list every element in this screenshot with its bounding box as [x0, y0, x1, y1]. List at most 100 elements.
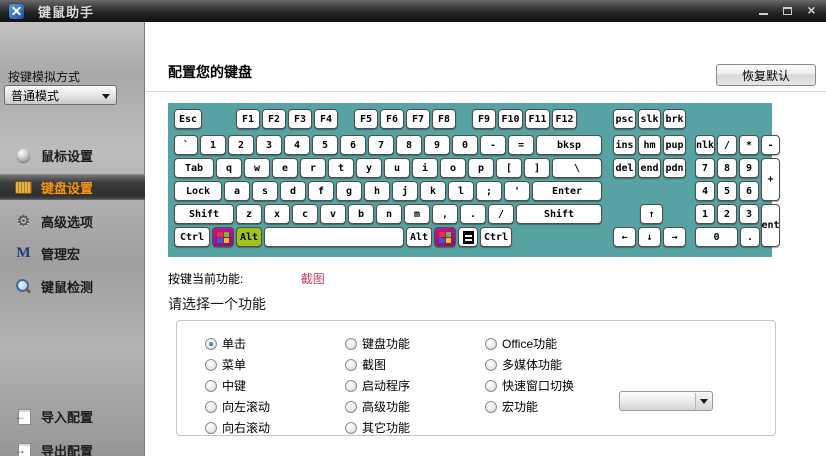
keyboard-key[interactable]: Lock	[174, 181, 222, 201]
keyboard-key[interactable]: x	[264, 204, 290, 224]
keyboard-key[interactable]: F12	[552, 109, 577, 129]
radio-button[interactable]	[485, 338, 497, 350]
keyboard-key[interactable]: r	[300, 158, 326, 178]
radio-option[interactable]: 单击	[205, 333, 345, 354]
radio-option[interactable]: 向左滚动	[205, 396, 345, 417]
keyboard-key[interactable]: Tab	[174, 158, 214, 178]
keyboard-key[interactable]: -	[761, 135, 780, 155]
keyboard-key[interactable]: p	[468, 158, 494, 178]
keyboard-key[interactable]: F5	[354, 109, 378, 129]
close-button[interactable]	[803, 3, 820, 18]
keyboard-key[interactable]: F4	[314, 109, 338, 129]
keyboard-key[interactable]: 4	[695, 181, 715, 201]
keyboard-key[interactable]: Esc	[174, 109, 202, 129]
keyboard-key[interactable]: [	[496, 158, 522, 178]
radio-button[interactable]	[205, 338, 217, 350]
radio-button[interactable]	[345, 359, 357, 371]
keyboard-key[interactable]: F2	[262, 109, 286, 129]
keyboard-key[interactable]: slk	[638, 109, 661, 129]
keyboard-key[interactable]: /	[488, 204, 514, 224]
sidebar-item-keyboard-settings[interactable]: 键盘设置	[0, 174, 145, 200]
function-param-select[interactable]	[619, 391, 713, 411]
radio-button[interactable]	[485, 380, 497, 392]
keyboard-key[interactable]: F10	[498, 109, 523, 129]
radio-option[interactable]: 截图	[345, 354, 485, 375]
radio-option[interactable]: 启动程序	[345, 375, 485, 396]
keyboard-key[interactable]: q	[216, 158, 242, 178]
radio-option[interactable]: 其它功能	[345, 417, 485, 438]
keyboard-key[interactable]: 3	[256, 135, 282, 155]
keyboard-key[interactable]: F8	[432, 109, 456, 129]
radio-button[interactable]	[345, 422, 357, 434]
radio-option[interactable]: 键盘功能	[345, 333, 485, 354]
keyboard-key[interactable]: Ctrl	[174, 227, 210, 247]
radio-option[interactable]: 多媒体功能	[485, 354, 685, 375]
keyboard-key[interactable]: 2	[717, 204, 737, 224]
keyboard-key[interactable]: F7	[406, 109, 430, 129]
keyboard-key[interactable]: F1	[236, 109, 260, 129]
sidebar-item-device-detect[interactable]: 键鼠检测	[0, 273, 145, 299]
keyboard-key[interactable]: -	[480, 135, 506, 155]
keyboard-key[interactable]: '	[504, 181, 530, 201]
keyboard-key[interactable]: j	[392, 181, 418, 201]
keyboard-key[interactable]: F3	[288, 109, 312, 129]
keyboard-key[interactable]: 1	[695, 204, 715, 224]
keyboard-key[interactable]: ↑	[640, 204, 663, 224]
keyboard-key[interactable]: F6	[380, 109, 404, 129]
keyboard-key[interactable]: 7	[368, 135, 394, 155]
keyboard-key[interactable]: 4	[284, 135, 310, 155]
keyboard-key[interactable]: ,	[432, 204, 458, 224]
keyboard-key[interactable]: y	[356, 158, 382, 178]
keyboard-key[interactable]: 8	[396, 135, 422, 155]
keyboard-key[interactable]: 6	[340, 135, 366, 155]
keyboard-key[interactable]: Ctrl	[480, 227, 512, 247]
keyboard-key[interactable]: 2	[228, 135, 254, 155]
radio-option[interactable]: 菜单	[205, 354, 345, 375]
keyboard-key[interactable]: \	[552, 158, 602, 178]
keyboard-key[interactable]: l	[448, 181, 474, 201]
keyboard-key[interactable]: psc	[613, 109, 636, 129]
keyboard-key[interactable]: bksp	[536, 135, 602, 155]
radio-button[interactable]	[205, 401, 217, 413]
keyboard-key[interactable]: s	[252, 181, 278, 201]
radio-button[interactable]	[485, 359, 497, 371]
keyboard-key[interactable]: pdn	[663, 158, 686, 178]
keyboard-key[interactable]: /	[717, 135, 737, 155]
keyboard-key[interactable]: 3	[739, 204, 759, 224]
keyboard-key[interactable]: v	[320, 204, 346, 224]
keyboard-key[interactable]: del	[613, 158, 636, 178]
keyboard-key[interactable]: pup	[663, 135, 686, 155]
keyboard-key[interactable]: 7	[695, 158, 715, 178]
key-win[interactable]	[434, 227, 456, 247]
keyboard-key[interactable]: .	[460, 204, 486, 224]
keyboard-key[interactable]: nlk	[695, 135, 715, 155]
keyboard-key[interactable]: ;	[476, 181, 502, 201]
keyboard-key[interactable]: F9	[472, 109, 496, 129]
key-menu[interactable]	[458, 227, 478, 247]
keyboard-key[interactable]: b	[348, 204, 374, 224]
keyboard-key[interactable]: k	[420, 181, 446, 201]
keyboard-key[interactable]: f	[308, 181, 334, 201]
keyboard-key[interactable]: =	[508, 135, 534, 155]
keyboard-key[interactable]: Shift	[516, 204, 602, 224]
radio-button[interactable]	[205, 359, 217, 371]
keyboard-key[interactable]: c	[292, 204, 318, 224]
keyboard-key[interactable]: .	[740, 227, 760, 247]
keyboard-key[interactable]: 0	[695, 227, 738, 247]
keyboard-key[interactable]: h	[364, 181, 390, 201]
keyboard-key[interactable]: o	[440, 158, 466, 178]
keyboard-key[interactable]: m	[404, 204, 430, 224]
sidebar-item-mouse-settings[interactable]: 鼠标设置	[0, 142, 145, 168]
keyboard-key[interactable]: g	[336, 181, 362, 201]
keyboard-key[interactable]: 8	[717, 158, 737, 178]
sidebar-item-advanced-options[interactable]: 高级选项	[0, 208, 145, 234]
keyboard-key[interactable]: ↓	[638, 227, 661, 247]
keyboard-key[interactable]: ent	[761, 204, 780, 247]
radio-button[interactable]	[205, 422, 217, 434]
keyboard-key[interactable]: t	[328, 158, 354, 178]
radio-button[interactable]	[485, 401, 497, 413]
radio-option[interactable]: 高级功能	[345, 396, 485, 417]
radio-button[interactable]	[345, 401, 357, 413]
keyboard-key[interactable]: a	[224, 181, 250, 201]
radio-option[interactable]: 向右滚动	[205, 417, 345, 438]
